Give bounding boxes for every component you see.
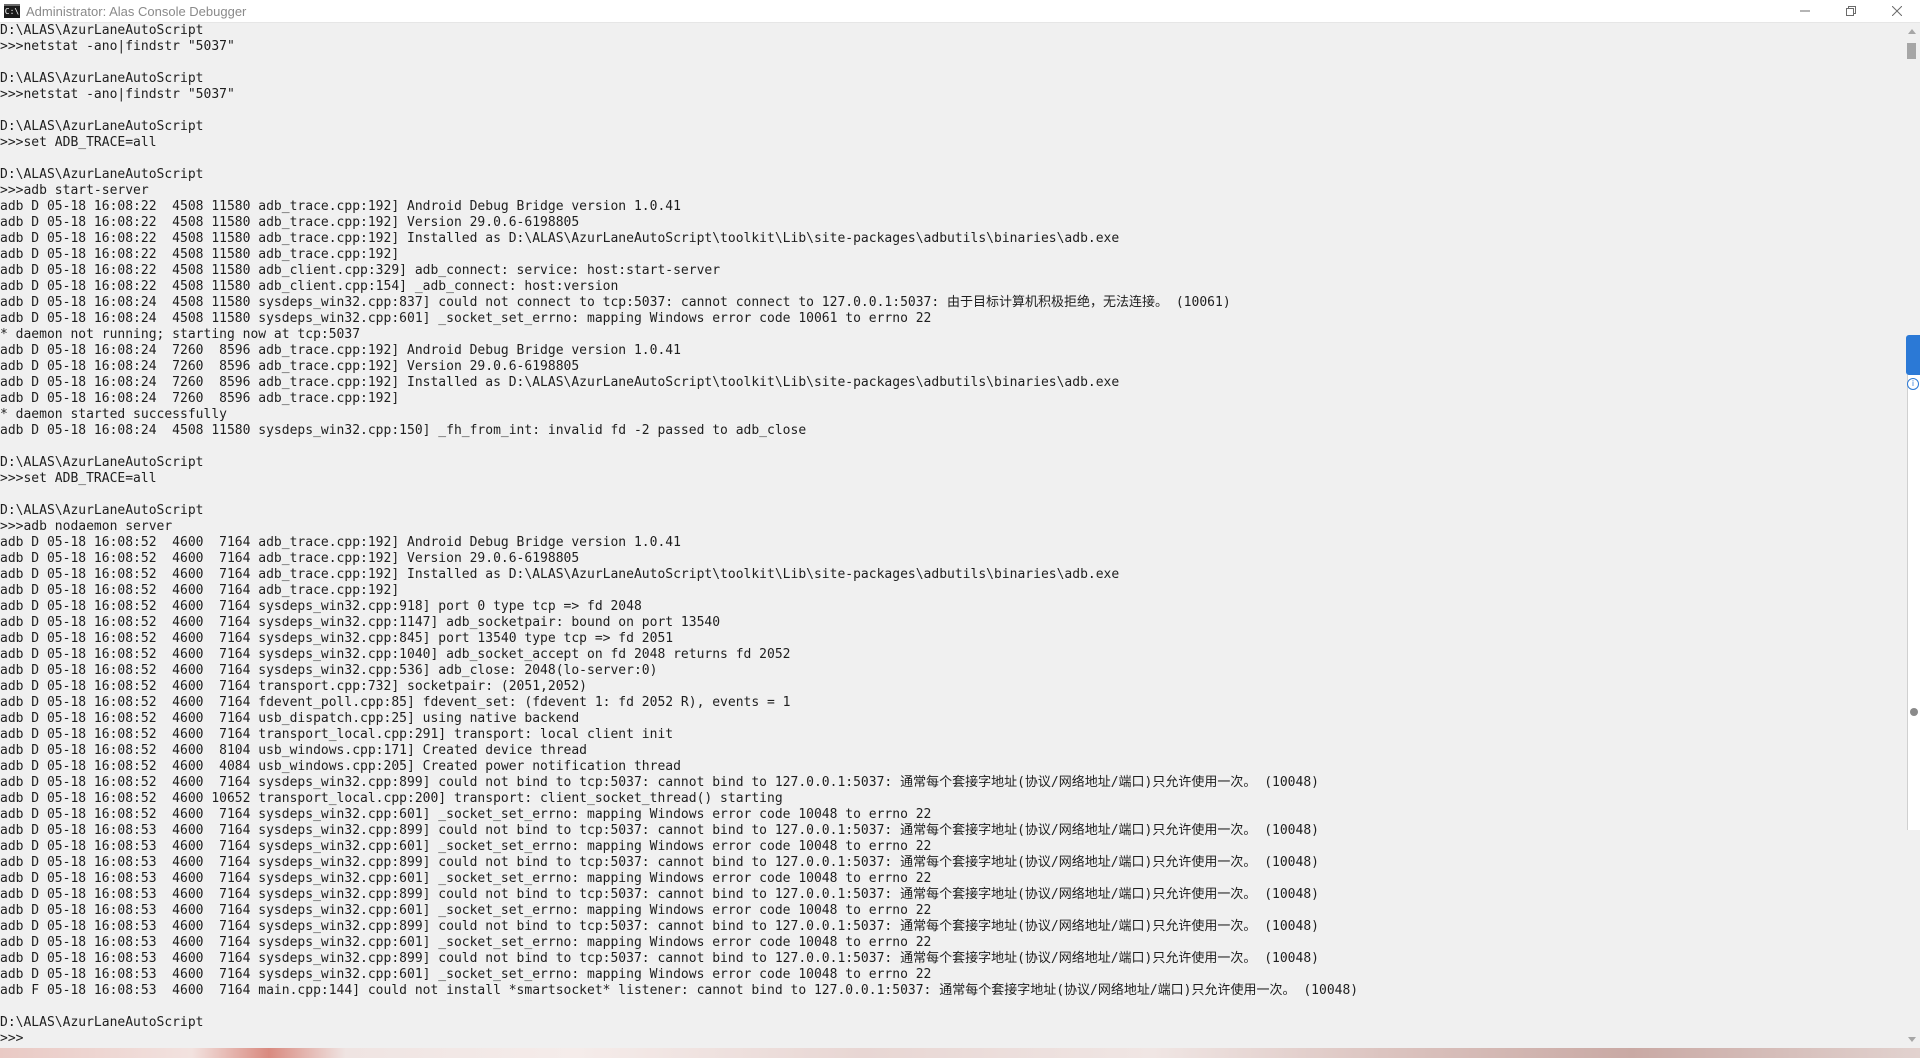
console-line: D:\ALAS\AzurLaneAutoScript — [0, 503, 204, 518]
console-line: adb D 05-18 16:08:52 4600 7164 sysdeps_w… — [0, 599, 642, 614]
console-line: adb D 05-18 16:08:53 4600 7164 sysdeps_w… — [0, 887, 1319, 902]
console-line: adb D 05-18 16:08:52 4600 7164 sysdeps_w… — [0, 647, 791, 662]
info-icon[interactable]: i — [1907, 378, 1919, 390]
console-line: adb D 05-18 16:08:52 4600 7164 adb_trace… — [0, 583, 400, 598]
console-line: adb D 05-18 16:08:22 4508 11580 adb_trac… — [0, 199, 681, 214]
console-line: adb D 05-18 16:08:52 4600 7164 sysdeps_w… — [0, 775, 1319, 790]
title-bar[interactable]: C:\ Administrator: Alas Console Debugger — [0, 0, 1920, 23]
console-line: adb D 05-18 16:08:52 4600 7164 sysdeps_w… — [0, 807, 932, 822]
console-line: adb D 05-18 16:08:24 4508 11580 sysdeps_… — [0, 311, 932, 326]
side-panel-dot — [1910, 708, 1918, 716]
console-line: adb D 05-18 16:08:52 4600 10652 transpor… — [0, 791, 783, 806]
console-line: adb D 05-18 16:08:53 4600 7164 sysdeps_w… — [0, 919, 1319, 934]
console-line: adb D 05-18 16:08:52 4600 7164 sysdeps_w… — [0, 631, 674, 646]
console-line: adb D 05-18 16:08:53 4600 7164 sysdeps_w… — [0, 967, 932, 982]
console-line: adb D 05-18 16:08:52 4600 7164 fdevent_p… — [0, 695, 791, 710]
console-line: >>>adb nodaemon server — [0, 519, 173, 534]
console-line: adb D 05-18 16:08:24 4508 11580 sysdeps_… — [0, 295, 1231, 310]
console-line: D:\ALAS\AzurLaneAutoScript — [0, 71, 204, 86]
close-button[interactable] — [1874, 0, 1920, 22]
window-controls — [1782, 0, 1920, 22]
chevron-down-icon — [1907, 1037, 1916, 1042]
minimize-button[interactable] — [1782, 0, 1828, 22]
chevron-up-icon — [1907, 29, 1916, 34]
console-line: >>>netstat -ano|findstr "5037" — [0, 39, 235, 54]
console-line: adb D 05-18 16:08:52 4600 7164 adb_trace… — [0, 551, 580, 566]
desktop-background-strip — [0, 1048, 1920, 1058]
restore-button[interactable] — [1828, 0, 1874, 22]
console-line: >>>netstat -ano|findstr "5037" — [0, 87, 235, 102]
console-line: D:\ALAS\AzurLaneAutoScript — [0, 23, 204, 38]
console-line: adb D 05-18 16:08:52 4600 7164 adb_trace… — [0, 567, 1120, 582]
cmd-icon: C:\ — [4, 4, 20, 18]
console-line: >>>set ADB_TRACE=all — [0, 135, 157, 150]
console-line: D:\ALAS\AzurLaneAutoScript — [0, 455, 204, 470]
console-line: adb D 05-18 16:08:53 4600 7164 sysdeps_w… — [0, 935, 932, 950]
console-line: adb D 05-18 16:08:53 4600 7164 sysdeps_w… — [0, 855, 1319, 870]
console-window: C:\ Administrator: Alas Console Debugger… — [0, 0, 1920, 1048]
console-line: adb D 05-18 16:08:52 4600 4084 usb_windo… — [0, 759, 681, 774]
console-line: adb D 05-18 16:08:52 4600 7164 sysdeps_w… — [0, 663, 658, 678]
console-line: D:\ALAS\AzurLaneAutoScript — [0, 1015, 204, 1030]
scroll-down-button[interactable] — [1903, 1031, 1920, 1048]
console-line: adb D 05-18 16:08:24 7260 8596 adb_trace… — [0, 375, 1120, 390]
console-line: >>>set ADB_TRACE=all — [0, 471, 157, 486]
console-line: adb D 05-18 16:08:52 4600 7164 transport… — [0, 679, 587, 694]
console-line: adb D 05-18 16:08:52 4600 7164 usb_dispa… — [0, 711, 580, 726]
restore-icon — [1846, 6, 1856, 16]
console-line: adb D 05-18 16:08:22 4508 11580 adb_trac… — [0, 231, 1120, 246]
close-icon — [1892, 6, 1902, 16]
minimize-icon — [1800, 10, 1810, 12]
console-line: >>>adb start-server — [0, 183, 149, 198]
console-line: adb D 05-18 16:08:52 4600 8104 usb_windo… — [0, 743, 587, 758]
side-panel — [1907, 375, 1920, 830]
console-line: adb D 05-18 16:08:24 7260 8596 adb_trace… — [0, 359, 580, 374]
console-line: adb D 05-18 16:08:24 7260 8596 adb_trace… — [0, 343, 681, 358]
console-line: adb D 05-18 16:08:53 4600 7164 sysdeps_w… — [0, 871, 932, 886]
console-line: adb D 05-18 16:08:52 4600 7164 sysdeps_w… — [0, 615, 721, 630]
console-line: adb D 05-18 16:08:52 4600 7164 adb_trace… — [0, 535, 681, 550]
console-line: adb D 05-18 16:08:22 4508 11580 adb_trac… — [0, 215, 580, 230]
console-line: D:\ALAS\AzurLaneAutoScript — [0, 119, 204, 134]
console-line: * daemon not running; starting now at tc… — [0, 327, 361, 342]
console-line: adb D 05-18 16:08:53 4600 7164 sysdeps_w… — [0, 903, 932, 918]
side-panel-tab[interactable] — [1906, 335, 1920, 375]
console-output[interactable]: D:\ALAS\AzurLaneAutoScript >>>netstat -an… — [0, 23, 1906, 1048]
console-line: adb D 05-18 16:08:22 4508 11580 adb_clie… — [0, 263, 721, 278]
console-line: adb D 05-18 16:08:22 4508 11580 adb_clie… — [0, 279, 619, 294]
console-line: adb D 05-18 16:08:24 4508 11580 sysdeps_… — [0, 423, 807, 438]
console-line: D:\ALAS\AzurLaneAutoScript — [0, 167, 204, 182]
console-line: adb D 05-18 16:08:53 4600 7164 sysdeps_w… — [0, 951, 1319, 966]
console-line: adb D 05-18 16:08:22 4508 11580 adb_trac… — [0, 247, 400, 262]
console-line: * daemon started successfully — [0, 407, 227, 422]
scrollbar-thumb[interactable] — [1907, 43, 1916, 59]
console-line: adb F 05-18 16:08:53 4600 7164 main.cpp:… — [0, 983, 1359, 998]
console-line: adb D 05-18 16:08:53 4600 7164 sysdeps_w… — [0, 839, 932, 854]
console-line: adb D 05-18 16:08:53 4600 7164 sysdeps_w… — [0, 823, 1319, 838]
window-title: Administrator: Alas Console Debugger — [26, 3, 247, 19]
scroll-up-button[interactable] — [1903, 23, 1920, 40]
console-line: adb D 05-18 16:08:24 7260 8596 adb_trace… — [0, 391, 400, 406]
console-line: >>> — [0, 1031, 24, 1046]
console-line: adb D 05-18 16:08:52 4600 7164 transport… — [0, 727, 674, 742]
